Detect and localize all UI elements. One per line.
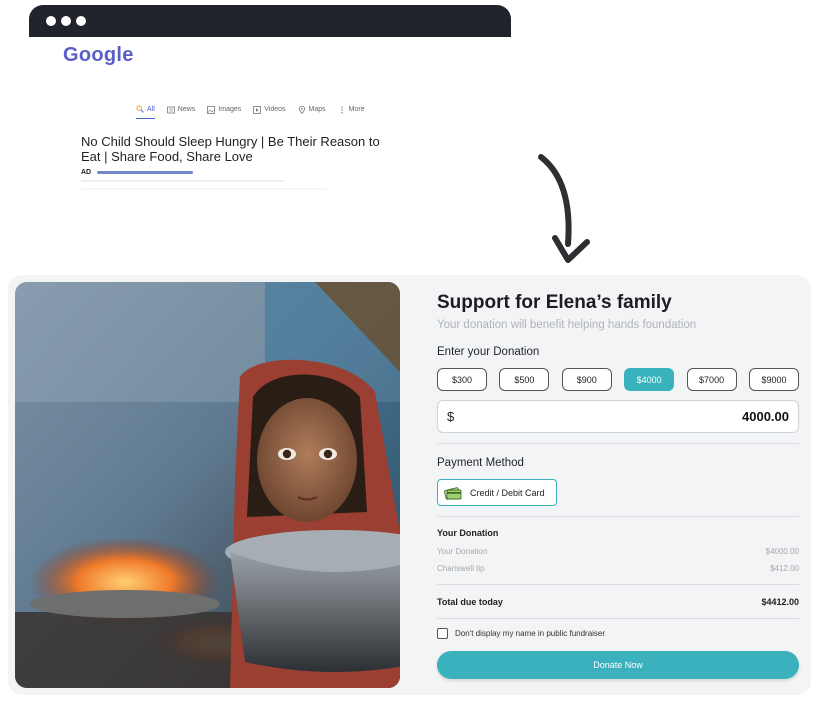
- total-label: Total due today: [437, 597, 503, 607]
- summary-title: Your Donation: [437, 528, 499, 538]
- tab-more[interactable]: More: [338, 105, 365, 119]
- tab-label: Maps: [308, 106, 326, 113]
- amount-button-9000[interactable]: $9000: [748, 368, 799, 391]
- ad-description-line: [81, 188, 327, 190]
- tab-images[interactable]: Images: [207, 105, 241, 119]
- browser-title-bar: [29, 5, 511, 37]
- payment-method-label: Payment Method: [437, 457, 524, 469]
- search-icon: [136, 105, 144, 113]
- amount-button-300[interactable]: $300: [437, 368, 487, 391]
- tab-maps[interactable]: Maps: [298, 105, 326, 119]
- total-value: $4412.00: [761, 597, 799, 607]
- window-dot-icon: [61, 16, 71, 26]
- enter-donation-label: Enter your Donation: [437, 346, 540, 358]
- tab-label: All: [147, 105, 155, 113]
- anonymous-label: Don't display my name in public fundrais…: [455, 629, 606, 638]
- campaign-title: Support for Elena’s family: [437, 292, 672, 313]
- tab-label: News: [177, 106, 196, 113]
- search-tabs: All News Images Videos Maps More: [136, 105, 365, 119]
- campaign-subtitle: Your donation will benefit helping hands…: [437, 319, 697, 331]
- total-row: Total due today $4412.00: [437, 597, 799, 607]
- divider: [437, 584, 799, 585]
- ad-title-link[interactable]: No Child Should Sleep Hungry | Be Their …: [81, 134, 381, 164]
- tab-label: More: [348, 106, 365, 113]
- google-logo: Google: [63, 44, 134, 66]
- donation-amount-input[interactable]: $ 4000.00: [437, 400, 799, 433]
- tab-videos[interactable]: Videos: [253, 105, 286, 119]
- child-photo: [15, 282, 400, 688]
- summary-row-label: Your Donation: [437, 547, 488, 556]
- divider: [437, 443, 799, 444]
- amount-button-4000[interactable]: $4000: [624, 368, 675, 391]
- anonymous-option: Don't display my name in public fundrais…: [437, 628, 605, 639]
- summary-row: Your Donation $4000.00: [437, 547, 799, 556]
- amount-value: 4000.00: [742, 409, 789, 424]
- arrow-down-icon: [538, 154, 590, 263]
- video-icon: [253, 105, 262, 114]
- ad-url-line: [97, 171, 193, 174]
- more-icon: [338, 106, 346, 114]
- divider: [437, 516, 799, 517]
- summary-row-value: $412.00: [770, 564, 799, 573]
- summary-row-label: Chariswell tip: [437, 564, 485, 573]
- window-dot-icon: [46, 16, 56, 26]
- donate-now-button[interactable]: Donate Now: [437, 651, 799, 679]
- divider: [437, 618, 799, 619]
- amount-button-900[interactable]: $900: [561, 368, 612, 391]
- summary-row: Chariswell tip $412.00: [437, 564, 799, 573]
- amount-options: $300 $500 $900 $4000 $7000 $9000: [437, 368, 799, 391]
- tab-label: Images: [218, 106, 242, 113]
- window-dot-icon: [76, 16, 86, 26]
- payment-option-label: Credit / Debit Card: [470, 487, 545, 498]
- ad-description-line: [81, 180, 285, 182]
- credit-card-option[interactable]: Credit / Debit Card: [437, 479, 557, 506]
- credit-card-icon: [444, 484, 462, 502]
- news-icon: [166, 106, 175, 114]
- map-pin-icon: [298, 105, 306, 114]
- summary-row-value: $4000.00: [765, 547, 799, 556]
- tab-all[interactable]: All: [136, 105, 155, 119]
- currency-symbol: $: [447, 409, 455, 424]
- tab-label: Videos: [264, 106, 286, 113]
- amount-button-7000[interactable]: $7000: [686, 368, 737, 391]
- ad-label: AD: [81, 169, 92, 176]
- image-icon: [207, 105, 216, 114]
- amount-button-500[interactable]: $500: [499, 368, 550, 391]
- anonymous-checkbox[interactable]: [437, 628, 448, 639]
- tab-news[interactable]: News: [166, 105, 196, 119]
